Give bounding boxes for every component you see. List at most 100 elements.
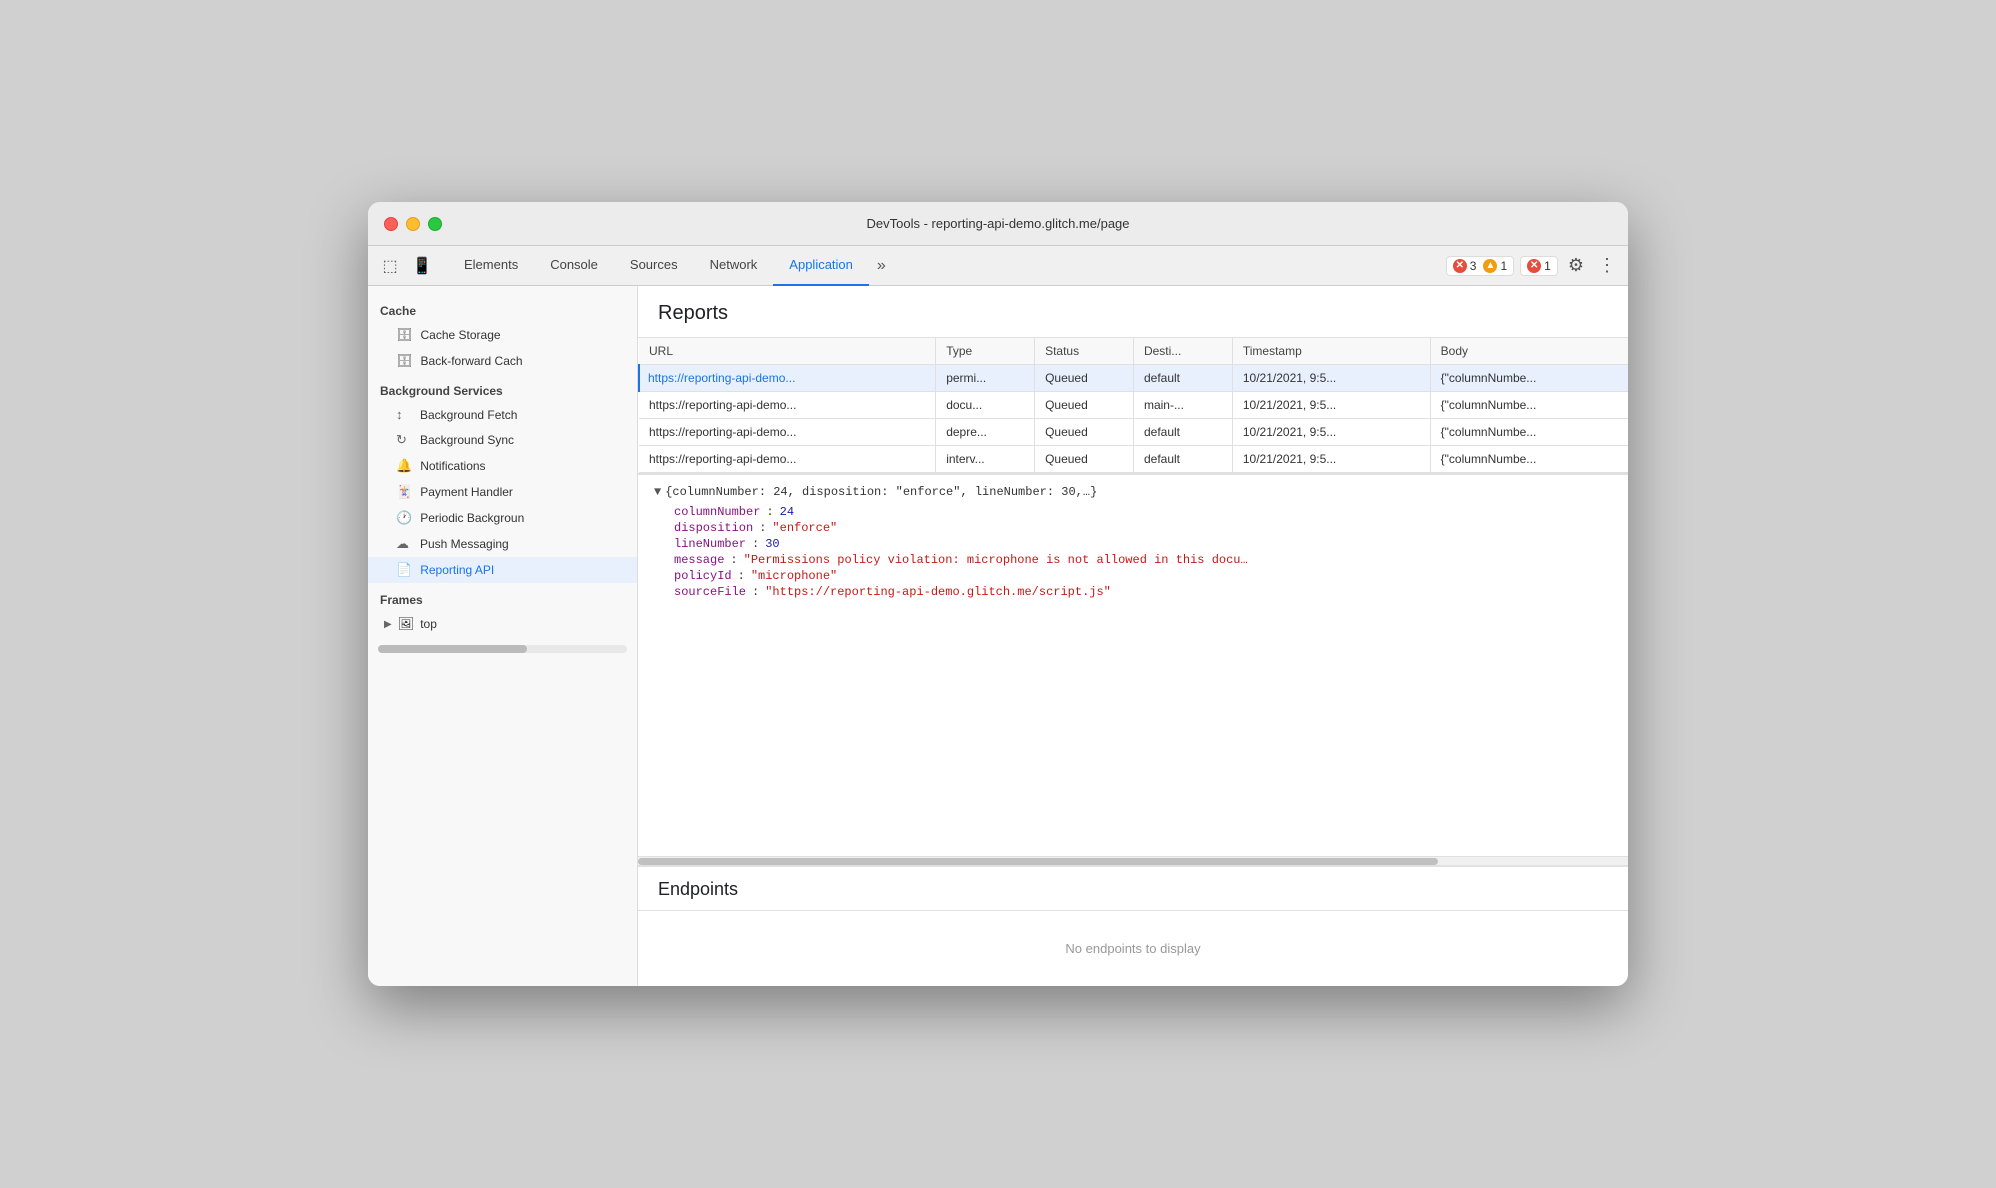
reports-table-container: URL Type Status Desti... Timestamp Body …: [638, 338, 1628, 474]
toolbar-right: ✕ 3 ▲ 1 ✕ 1 ⚙ ⋮: [1446, 251, 1620, 280]
table-row[interactable]: https://reporting-api-demo... depre... Q…: [639, 419, 1628, 446]
horizontal-scrollbar[interactable]: [638, 856, 1628, 866]
row-body-2: {"columnNumbe...: [1430, 392, 1628, 419]
row-url-3: https://reporting-api-demo...: [639, 419, 936, 446]
tab-network[interactable]: Network: [694, 246, 774, 286]
titlebar: DevTools - reporting-api-demo.glitch.me/…: [368, 202, 1628, 246]
cache-storage-icon: 🗄: [396, 327, 413, 343]
detail-key-6: sourceFile: [674, 585, 746, 599]
settings-button[interactable]: ⚙: [1564, 251, 1588, 280]
row-body-1: {"columnNumbe...: [1430, 365, 1628, 392]
detail-val-2: "enforce": [772, 521, 837, 535]
row-status-2: Queued: [1035, 392, 1134, 419]
table-row[interactable]: https://reporting-api-demo... docu... Qu…: [639, 392, 1628, 419]
row-type-2: docu...: [936, 392, 1035, 419]
tabs: Elements Console Sources Network Applica…: [448, 246, 1446, 286]
sidebar-scrollbar[interactable]: [378, 645, 627, 653]
detail-val-1: 24: [780, 505, 794, 519]
frames-header: Frames: [368, 583, 637, 611]
error-count-2: 1: [1544, 259, 1551, 273]
endpoints-title: Endpoints: [638, 867, 1628, 911]
sidebar-item-back-forward-label: Back-forward Cach: [421, 354, 523, 368]
detail-val-3: 30: [765, 537, 779, 551]
no-endpoints-text: No endpoints to display: [638, 911, 1628, 986]
main-area: Cache 🗄 Cache Storage 🗄 Back-forward Cac…: [368, 286, 1628, 986]
table-row[interactable]: https://reporting-api-demo... permi... Q…: [639, 365, 1628, 392]
tab-elements[interactable]: Elements: [448, 246, 534, 286]
error-icon: ✕: [1453, 259, 1467, 273]
reports-title: Reports: [638, 286, 1628, 338]
frames-arrow-icon: ▶: [384, 619, 392, 630]
more-tabs-button[interactable]: »: [869, 246, 894, 286]
device-toggle-button[interactable]: 📱: [408, 252, 436, 280]
payment-icon: 🃏: [396, 484, 412, 500]
sidebar-item-notifications[interactable]: 🔔 Notifications: [368, 453, 637, 479]
sidebar-item-back-forward-cache[interactable]: 🗄 Back-forward Cach: [368, 348, 637, 374]
sidebar-item-push-messaging-label: Push Messaging: [420, 537, 509, 551]
more-options-button[interactable]: ⋮: [1594, 251, 1620, 280]
sidebar-item-payment-handler[interactable]: 🃏 Payment Handler: [368, 479, 637, 505]
detail-key-4: message: [674, 553, 724, 567]
maximize-button[interactable]: [428, 217, 442, 231]
detail-key-3: lineNumber: [674, 537, 746, 551]
row-url-2: https://reporting-api-demo...: [639, 392, 936, 419]
sidebar-item-cache-storage-label: Cache Storage: [421, 328, 501, 342]
sidebar-item-background-sync[interactable]: ↻ Background Sync: [368, 427, 637, 453]
error-icon-2: ✕: [1527, 259, 1541, 273]
detail-row-5: policyId : "microphone": [674, 569, 1612, 583]
row-dest-1: default: [1133, 365, 1232, 392]
sidebar-item-periodic-bg-label: Periodic Backgroun: [420, 511, 524, 525]
sidebar-item-cache-storage[interactable]: 🗄 Cache Storage: [368, 322, 637, 348]
warning-count: 1: [1500, 259, 1507, 273]
detail-arrow-icon[interactable]: ▼: [654, 485, 661, 499]
sidebar-item-reporting-api[interactable]: 📄 Reporting API: [368, 557, 637, 583]
devtools-window: DevTools - reporting-api-demo.glitch.me/…: [368, 202, 1628, 986]
endpoints-section: Endpoints No endpoints to display: [638, 866, 1628, 986]
detail-row-1: columnNumber : 24: [674, 505, 1612, 519]
detail-val-6: "https://reporting-api-demo.glitch.me/sc…: [765, 585, 1111, 599]
col-header-timestamp: Timestamp: [1232, 338, 1430, 365]
detail-row-4: message : "Permissions policy violation:…: [674, 553, 1612, 567]
bg-sync-icon: ↻: [396, 432, 412, 448]
sidebar: Cache 🗄 Cache Storage 🗄 Back-forward Cac…: [368, 286, 638, 986]
notifications-icon: 🔔: [396, 458, 412, 474]
row-timestamp-4: 10/21/2021, 9:5...: [1232, 446, 1430, 473]
tab-console[interactable]: Console: [534, 246, 614, 286]
table-row[interactable]: https://reporting-api-demo... interv... …: [639, 446, 1628, 473]
detail-row-6: sourceFile : "https://reporting-api-demo…: [674, 585, 1612, 599]
inspect-tool-button[interactable]: ⬚: [376, 252, 404, 280]
back-forward-icon: 🗄: [396, 353, 413, 369]
minimize-button[interactable]: [406, 217, 420, 231]
row-timestamp-1: 10/21/2021, 9:5...: [1232, 365, 1430, 392]
toolbar: ⬚ 📱 Elements Console Sources Network App…: [368, 246, 1628, 286]
detail-key-5: policyId: [674, 569, 732, 583]
sidebar-item-bg-sync-label: Background Sync: [420, 433, 514, 447]
row-dest-2: main-...: [1133, 392, 1232, 419]
tab-sources[interactable]: Sources: [614, 246, 694, 286]
error-badge-1[interactable]: ✕ 3 ▲ 1: [1446, 256, 1514, 276]
sidebar-item-push-messaging[interactable]: ☁ Push Messaging: [368, 531, 637, 557]
sidebar-item-notifications-label: Notifications: [420, 459, 485, 473]
sidebar-item-reporting-api-label: Reporting API: [420, 563, 494, 577]
content-panel: Reports URL Type Status Desti... Timesta…: [638, 286, 1628, 986]
frames-top-label: top: [420, 617, 437, 631]
sidebar-item-frames-top[interactable]: ▶ 🖼 top: [368, 611, 637, 637]
error-badge-2[interactable]: ✕ 1: [1520, 256, 1558, 276]
detail-panel: ▼ {columnNumber: 24, disposition: "enfor…: [638, 474, 1628, 856]
detail-header: ▼ {columnNumber: 24, disposition: "enfor…: [654, 485, 1612, 499]
sidebar-item-periodic-background[interactable]: 🕐 Periodic Backgroun: [368, 505, 637, 531]
row-type-3: depre...: [936, 419, 1035, 446]
warning-icon: ▲: [1483, 259, 1497, 273]
bg-fetch-icon: ↕: [396, 407, 412, 422]
row-url-4: https://reporting-api-demo...: [639, 446, 936, 473]
col-header-type: Type: [936, 338, 1035, 365]
detail-header-text: {columnNumber: 24, disposition: "enforce…: [665, 485, 1097, 499]
detail-val-5: "microphone": [751, 569, 837, 583]
row-status-1: Queued: [1035, 365, 1134, 392]
col-header-url: URL: [639, 338, 936, 365]
reports-table: URL Type Status Desti... Timestamp Body …: [638, 338, 1628, 473]
periodic-bg-icon: 🕐: [396, 510, 412, 526]
tab-application[interactable]: Application: [773, 246, 869, 286]
close-button[interactable]: [384, 217, 398, 231]
sidebar-item-background-fetch[interactable]: ↕ Background Fetch: [368, 402, 637, 427]
